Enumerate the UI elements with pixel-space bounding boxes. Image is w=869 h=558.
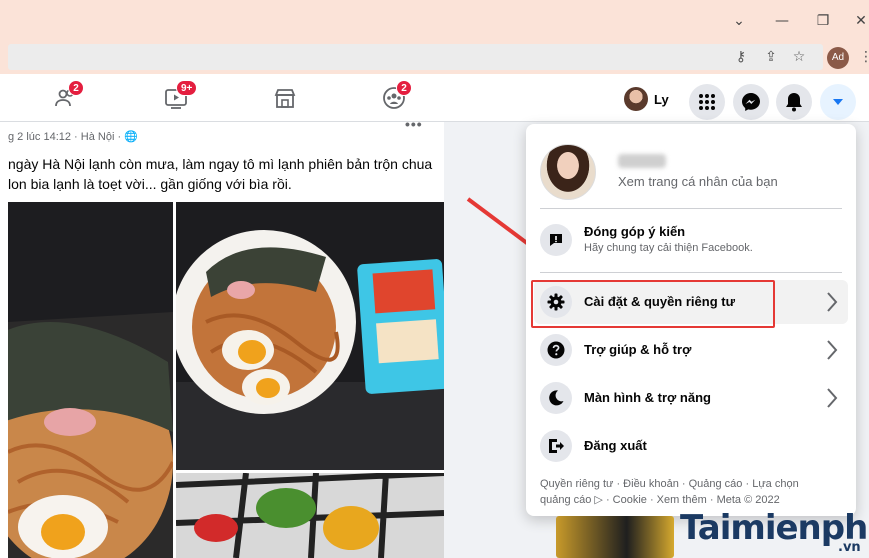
moon-icon — [540, 382, 572, 414]
help-support-label: Trợ giúp & hỗ trợ — [584, 342, 692, 357]
logout-label: Đăng xuất — [584, 438, 647, 453]
footer-line[interactable]: quảng cáo ▷ · Cookie · Xem thêm · Meta ©… — [540, 492, 840, 508]
view-profile-text: Xem trang cá nhân của bạn — [618, 174, 778, 189]
watermark-domain: .vn — [838, 540, 861, 555]
display-accessibility-item[interactable]: Màn hình & trợ năng — [534, 376, 848, 420]
annotation-highlight-box — [531, 280, 775, 328]
question-icon — [540, 334, 572, 366]
menu-footer-links[interactable]: Quyền riêng tư · Điều khoản · Quảng cáo … — [540, 476, 840, 508]
give-feedback-item[interactable]: Đóng góp ý kiến Hãy chung tay cải thiện … — [534, 218, 848, 262]
menu-profile-card[interactable]: Xem trang cá nhân của bạn — [536, 132, 846, 212]
divider — [540, 272, 842, 273]
feedback-icon — [540, 224, 572, 256]
chevron-right-icon — [827, 388, 838, 408]
profile-name-blurred — [618, 154, 666, 168]
watermark-thumbnail — [556, 516, 674, 558]
logout-icon — [540, 430, 572, 462]
chevron-right-icon — [827, 292, 838, 312]
avatar — [540, 144, 596, 200]
chevron-right-icon — [827, 340, 838, 360]
feedback-label: Đóng góp ý kiến — [584, 224, 686, 239]
help-support-item[interactable]: Trợ giúp & hỗ trợ — [534, 328, 848, 372]
divider — [540, 208, 842, 209]
footer-line[interactable]: Quyền riêng tư · Điều khoản · Quảng cáo … — [540, 476, 840, 492]
feedback-sublabel: Hãy chung tay cải thiện Facebook. — [584, 242, 753, 254]
display-accessibility-label: Màn hình & trợ năng — [584, 390, 711, 405]
logout-item[interactable]: Đăng xuất — [534, 424, 848, 468]
